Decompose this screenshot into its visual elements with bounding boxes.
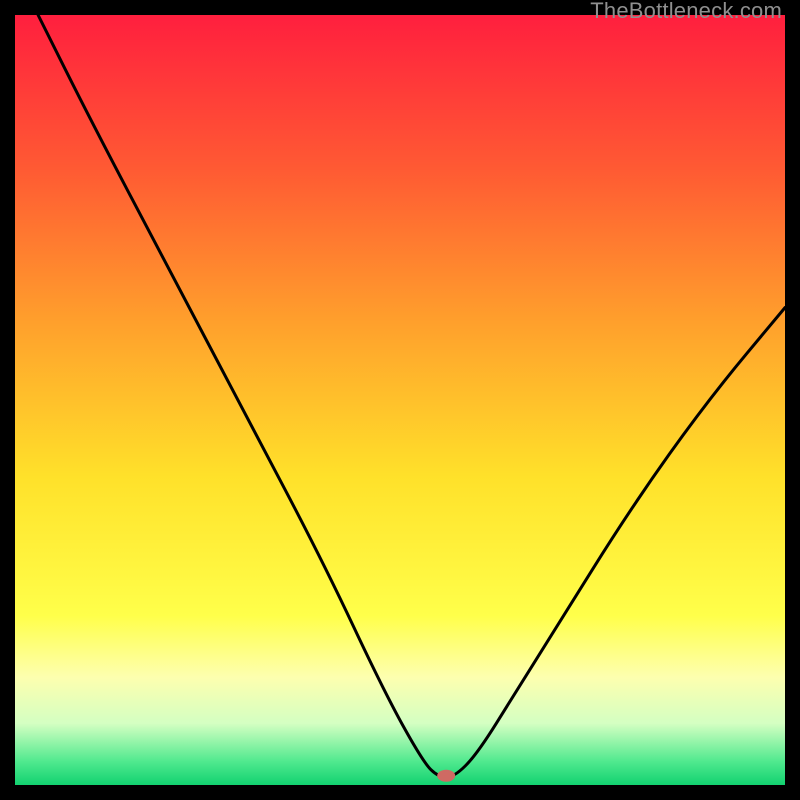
chart-frame <box>15 15 785 785</box>
chart-svg <box>15 15 785 785</box>
watermark-text: TheBottleneck.com <box>590 0 782 24</box>
gradient-background <box>15 15 785 785</box>
optimal-point-marker <box>437 770 455 782</box>
